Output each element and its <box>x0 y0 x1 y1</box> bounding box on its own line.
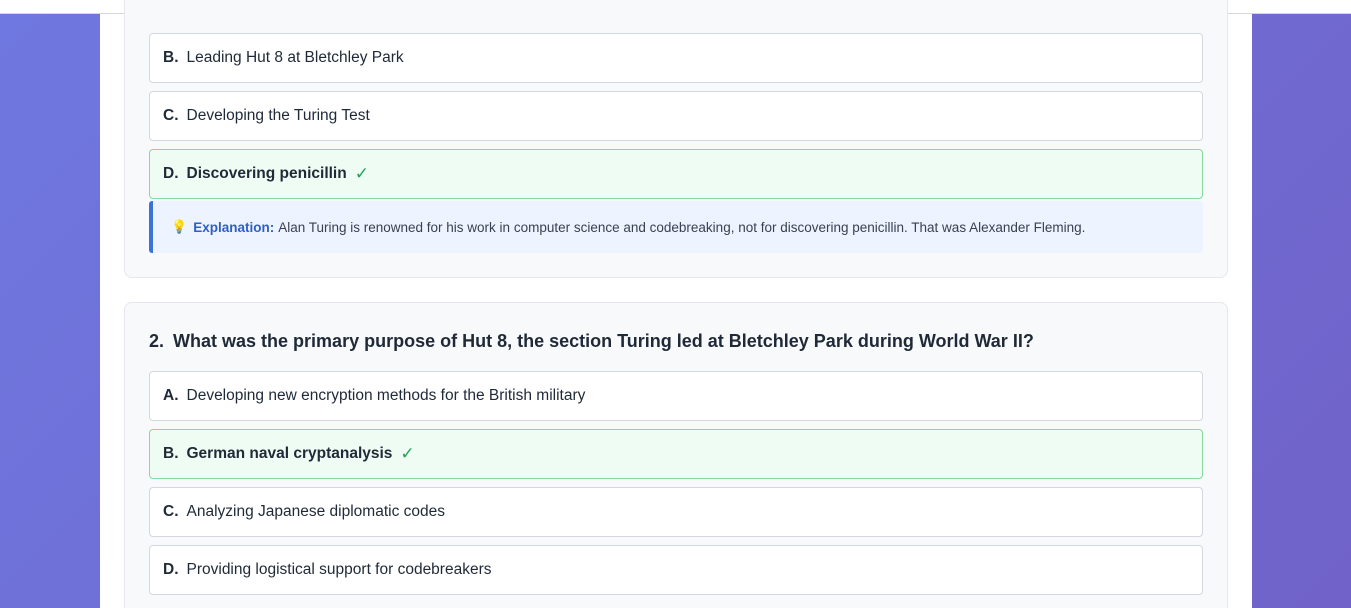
option-letter: D. <box>163 561 179 578</box>
option-letter: C. <box>163 503 179 520</box>
option-text: Developing new encryption methods for th… <box>186 387 586 404</box>
checkmark-icon: ✓ <box>400 444 415 463</box>
question-card-1: B. Leading Hut 8 at Bletchley Park C. De… <box>124 0 1228 278</box>
option-letter: A. <box>163 387 179 404</box>
option-letter: C. <box>163 107 179 124</box>
option-b-correct[interactable]: B. German naval cryptanalysis ✓ <box>149 429 1203 479</box>
checkmark-icon: ✓ <box>354 164 369 183</box>
option-letter: B. <box>163 49 179 66</box>
option-text: Analyzing Japanese diplomatic codes <box>186 503 446 520</box>
option-b[interactable]: B. Leading Hut 8 at Bletchley Park <box>149 33 1203 83</box>
question-card-2: 2. What was the primary purpose of Hut 8… <box>124 302 1228 608</box>
option-c[interactable]: C. Analyzing Japanese diplomatic codes <box>149 487 1203 537</box>
option-text: Providing logistical support for codebre… <box>186 561 492 578</box>
question-text: What was the primary purpose of Hut 8, t… <box>173 331 1034 351</box>
option-d-correct[interactable]: D. Discovering penicillin ✓ <box>149 149 1203 199</box>
option-text: Leading Hut 8 at Bletchley Park <box>186 49 404 66</box>
question-number: 2. <box>149 331 165 351</box>
option-a[interactable]: A. Developing new encryption methods for… <box>149 371 1203 421</box>
explanation-box: 💡 Explanation: Alan Turing is renowned f… <box>149 201 1203 253</box>
option-letter: B. <box>163 445 179 462</box>
option-d[interactable]: D. Providing logistical support for code… <box>149 545 1203 595</box>
option-text: Developing the Turing Test <box>186 107 370 124</box>
explanation-text: Alan Turing is renowned for his work in … <box>278 219 1086 235</box>
option-text: German naval cryptanalysis <box>186 445 393 462</box>
question-title: 2. What was the primary purpose of Hut 8… <box>149 331 1203 352</box>
quiz-results-page: B. Leading Hut 8 at Bletchley Park C. De… <box>100 0 1252 608</box>
explanation-label: Explanation: <box>193 219 275 235</box>
option-c[interactable]: C. Developing the Turing Test <box>149 91 1203 141</box>
option-letter: D. <box>163 165 179 182</box>
option-text: Discovering penicillin <box>186 165 347 182</box>
lightbulb-icon: 💡 <box>171 219 188 234</box>
